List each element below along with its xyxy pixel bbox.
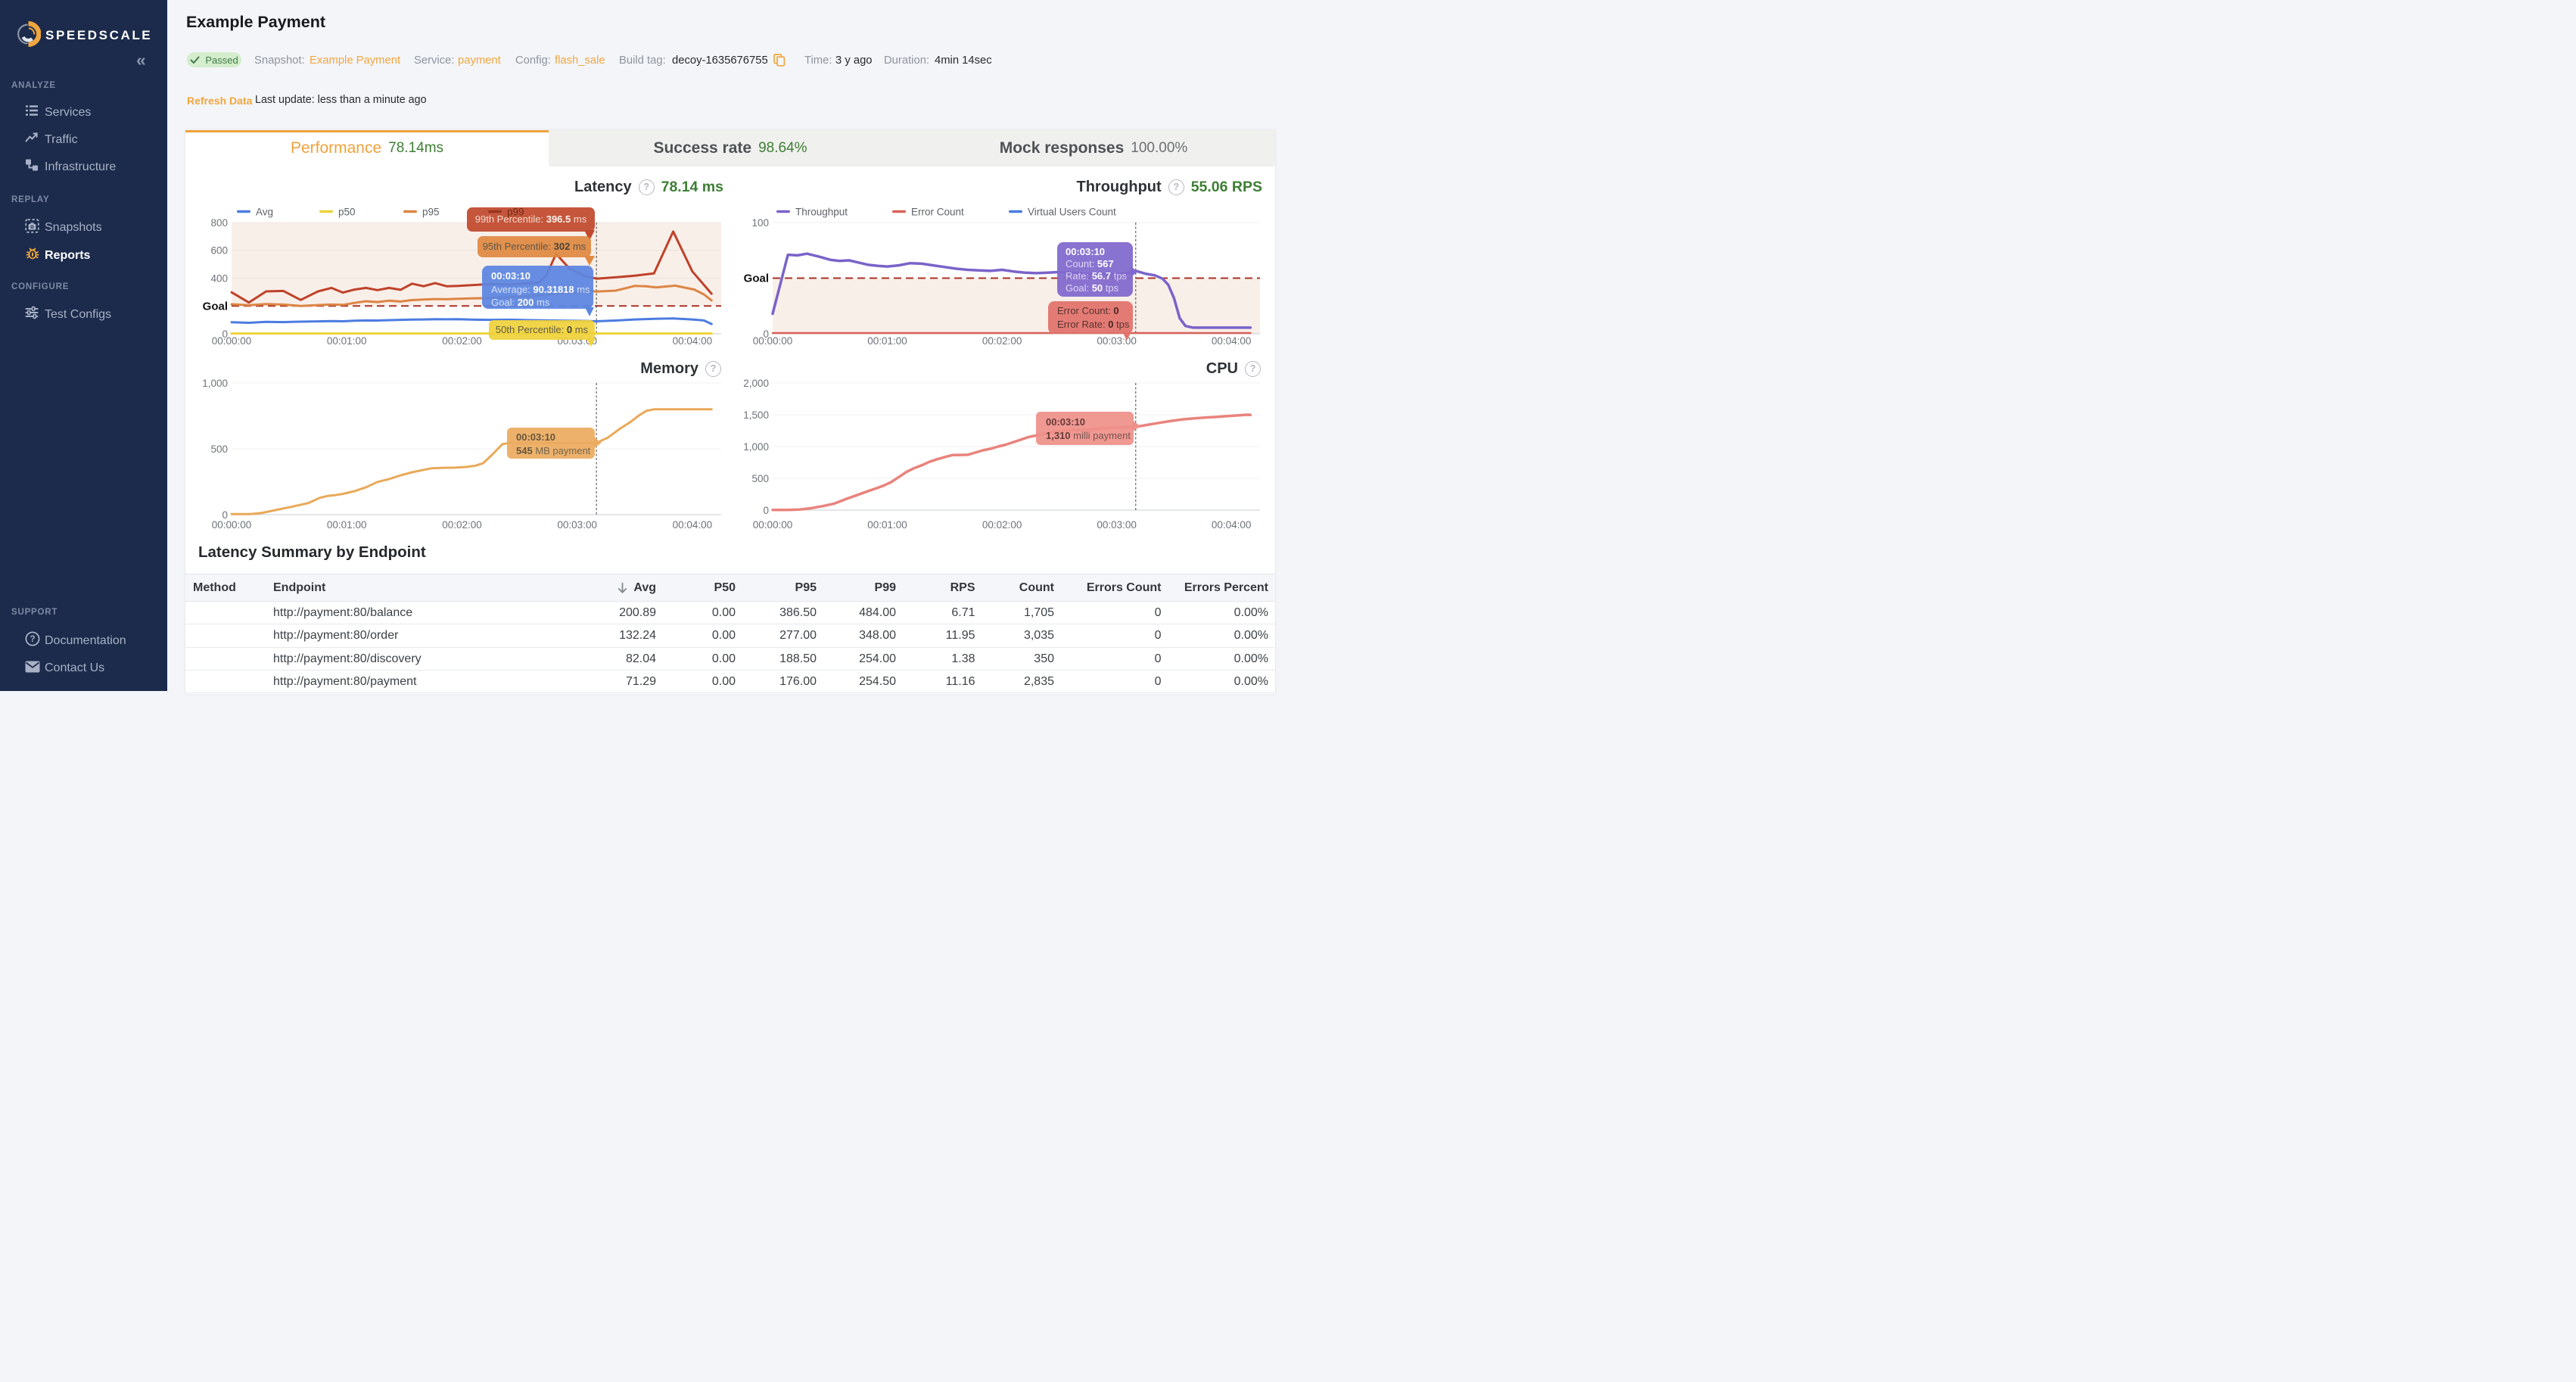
svg-text:00:04:00: 00:04:00 — [1212, 519, 1252, 531]
svg-text:600: 600 — [210, 245, 228, 257]
svg-text:0: 0 — [763, 505, 769, 516]
svg-text:00:00:00: 00:00:00 — [212, 335, 252, 347]
svg-text:1,000: 1,000 — [202, 378, 228, 389]
svg-text:00:04:00: 00:04:00 — [673, 519, 713, 531]
svg-text:Error Count: Error Count — [911, 206, 964, 217]
svg-text:00:01:00: 00:01:00 — [867, 335, 907, 347]
svg-text:00:04:00: 00:04:00 — [673, 335, 713, 347]
svg-text:1,000: 1,000 — [743, 441, 769, 453]
svg-text:Avg: Avg — [256, 206, 273, 217]
svg-text:00:03:00: 00:03:00 — [1097, 519, 1137, 531]
svg-text:00:02:00: 00:02:00 — [442, 519, 482, 531]
svg-text:800: 800 — [210, 217, 228, 229]
svg-text:00:00:00: 00:00:00 — [212, 519, 252, 531]
svg-text:?: ? — [30, 635, 35, 644]
svg-text:Throughput: Throughput — [795, 206, 848, 217]
svg-text:00:00:00: 00:00:00 — [753, 519, 793, 531]
svg-text:00:02:00: 00:02:00 — [982, 519, 1022, 531]
svg-text:2,000: 2,000 — [743, 378, 769, 389]
svg-text:500: 500 — [751, 473, 769, 484]
svg-text:00:01:00: 00:01:00 — [327, 335, 367, 347]
svg-text:100: 100 — [751, 217, 769, 229]
svg-text:p99: p99 — [507, 206, 524, 217]
svg-text:p50: p50 — [338, 206, 356, 217]
svg-text:00:02:00: 00:02:00 — [982, 335, 1022, 347]
svg-text:Goal: Goal — [744, 272, 769, 285]
svg-text:00:01:00: 00:01:00 — [327, 519, 367, 531]
svg-text:Virtual Users Count: Virtual Users Count — [1028, 206, 1116, 217]
svg-text:00:03:00: 00:03:00 — [557, 519, 597, 531]
svg-text:00:01:00: 00:01:00 — [867, 519, 907, 531]
svg-text:p95: p95 — [422, 206, 440, 217]
svg-text:00:04:00: 00:04:00 — [1212, 335, 1252, 347]
svg-text:500: 500 — [210, 444, 228, 455]
svg-text:00:00:00: 00:00:00 — [753, 335, 793, 347]
svg-text:00:02:00: 00:02:00 — [442, 335, 482, 347]
svg-text:1,500: 1,500 — [743, 409, 769, 421]
svg-text:Goal: Goal — [203, 300, 228, 313]
svg-text:400: 400 — [210, 272, 228, 284]
